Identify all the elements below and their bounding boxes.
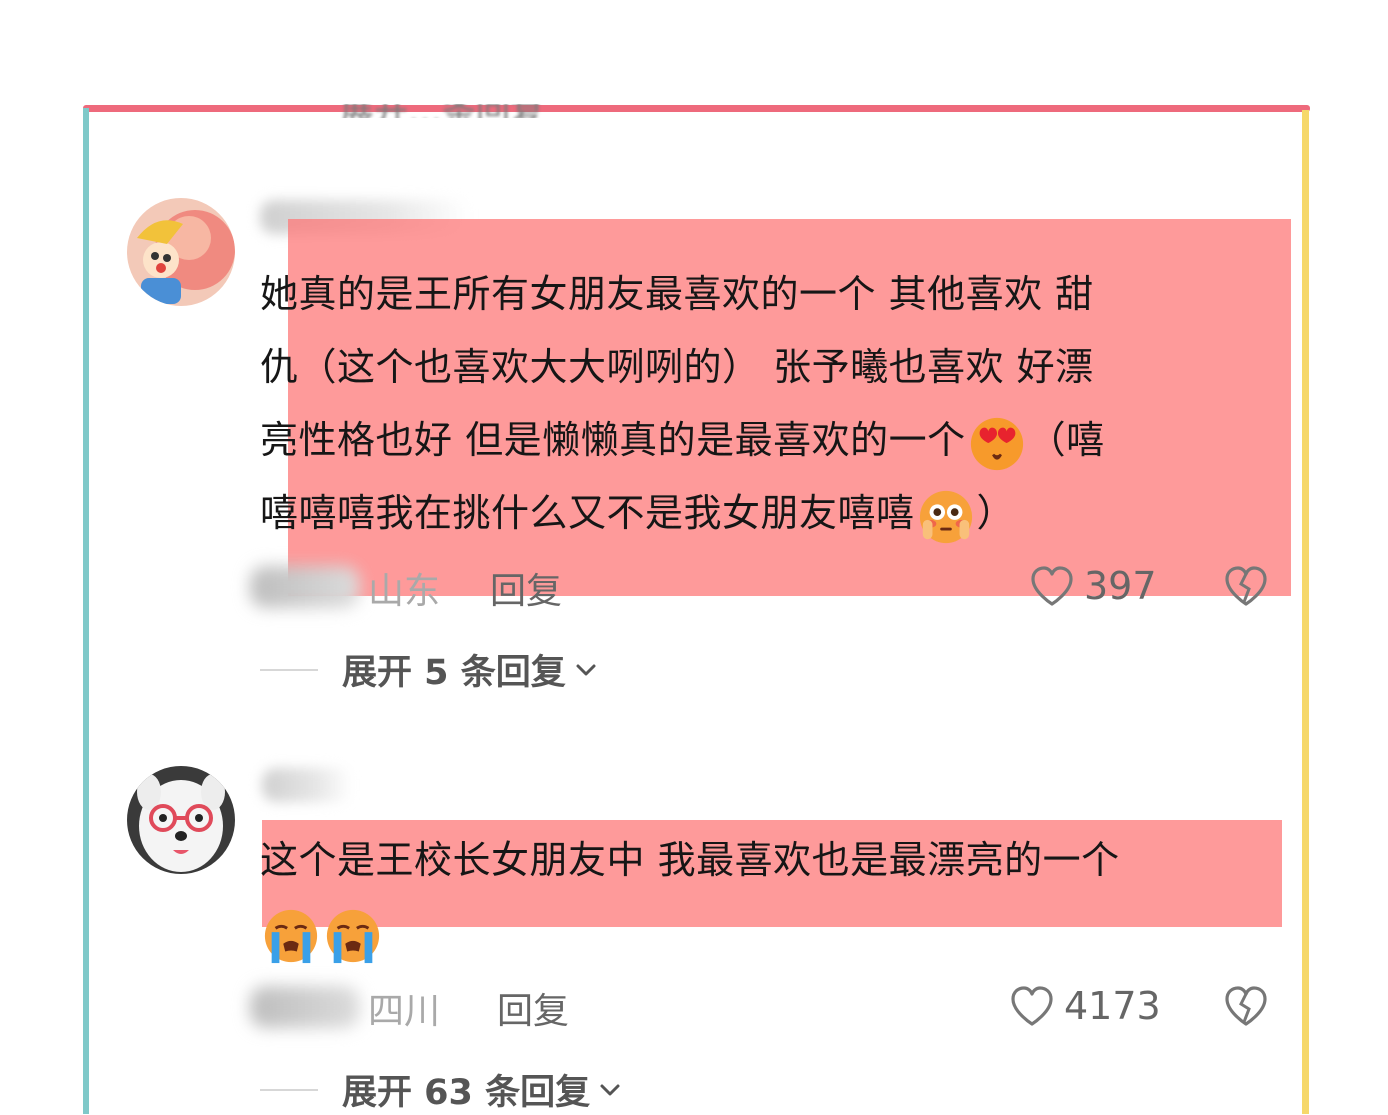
heart-eyes-emoji-icon — [968, 414, 1026, 472]
avatar[interactable] — [127, 198, 235, 306]
comment-line — [260, 897, 1120, 970]
avatar[interactable] — [127, 766, 235, 874]
comment-line: 嘻嘻嘻我在挑什么又不是我女朋友嘻嘻 ） — [260, 477, 1105, 550]
comment-line: 亮性格也好 但是懒懒真的是最喜欢的一个 （嘻 — [260, 404, 1105, 477]
expand-replies-label: 展开 63 条回复 — [342, 1073, 591, 1113]
chevron-down-icon — [576, 664, 596, 675]
like-button[interactable]: 4173 — [1008, 982, 1161, 1030]
comment-line: 仇（这个也喜欢大大咧咧的） 张予曦也喜欢 好漂 — [260, 345, 1094, 389]
cartoon-avatar-icon — [127, 198, 235, 306]
location: 四川 — [368, 991, 441, 1032]
frame-right-border — [1302, 110, 1309, 1114]
comment-line-text: ） — [976, 491, 1016, 535]
loudly-crying-emoji-icon — [262, 907, 320, 965]
time-blurred — [250, 986, 360, 1028]
comment-meta-1: 山东 回复 397 — [250, 562, 1290, 612]
username-blurred[interactable] — [262, 768, 352, 802]
divider-line — [260, 1088, 318, 1091]
comment-line-text: （嘻 — [1027, 418, 1105, 462]
broken-heart-icon — [1225, 986, 1267, 1026]
comment-line-text: 嘻嘻嘻我在挑什么又不是我女朋友嘻嘻 — [260, 491, 915, 535]
time-blurred — [250, 566, 360, 608]
broken-heart-icon — [1225, 566, 1267, 606]
loudly-crying-emoji-icon — [324, 907, 382, 965]
dislike-button[interactable] — [1222, 982, 1270, 1034]
comment-meta-2: 四川 回复 4173 — [250, 982, 1290, 1032]
dog-with-glasses-avatar-icon — [127, 766, 235, 874]
like-button[interactable]: 397 — [1028, 562, 1157, 610]
chevron-down-icon — [600, 1084, 620, 1095]
comment-line: 她真的是王所有女朋友最喜欢的一个 其他喜欢 甜 — [260, 272, 1094, 316]
comment-line: 这个是王校长女朋友中 我最喜欢也是最漂亮的一个 — [260, 838, 1120, 882]
previous-expand-label: 展开…条回复 — [340, 104, 620, 118]
comment-text-2: 这个是王校长女朋友中 我最喜欢也是最漂亮的一个 — [260, 824, 1120, 970]
like-count: 4173 — [1064, 984, 1161, 1028]
expand-replies-1[interactable]: 展开 5 条回复 — [260, 644, 600, 695]
dislike-button[interactable] — [1222, 562, 1270, 614]
heart-outline-icon — [1011, 986, 1053, 1026]
comment-text-1: 她真的是王所有女朋友最喜欢的一个 其他喜欢 甜 仇（这个也喜欢大大咧咧的） 张予… — [260, 258, 1105, 550]
frame-top-border — [83, 105, 1310, 112]
frame-left-border — [83, 108, 89, 1114]
flushed-face-emoji-icon — [917, 487, 975, 545]
reply-button[interactable]: 回复 — [490, 562, 562, 614]
expand-replies-label: 展开 5 条回复 — [342, 653, 566, 693]
location: 山东 — [368, 571, 441, 612]
expand-replies-2[interactable]: 展开 63 条回复 — [260, 1064, 624, 1115]
reply-button[interactable]: 回复 — [497, 982, 569, 1034]
like-count: 397 — [1084, 564, 1157, 608]
comment-line-text: 亮性格也好 但是懒懒真的是最喜欢的一个 — [260, 418, 966, 462]
heart-outline-icon — [1031, 566, 1073, 606]
divider-line — [260, 668, 318, 671]
previous-expand-replies[interactable]: 展开…条回复 — [340, 104, 620, 118]
